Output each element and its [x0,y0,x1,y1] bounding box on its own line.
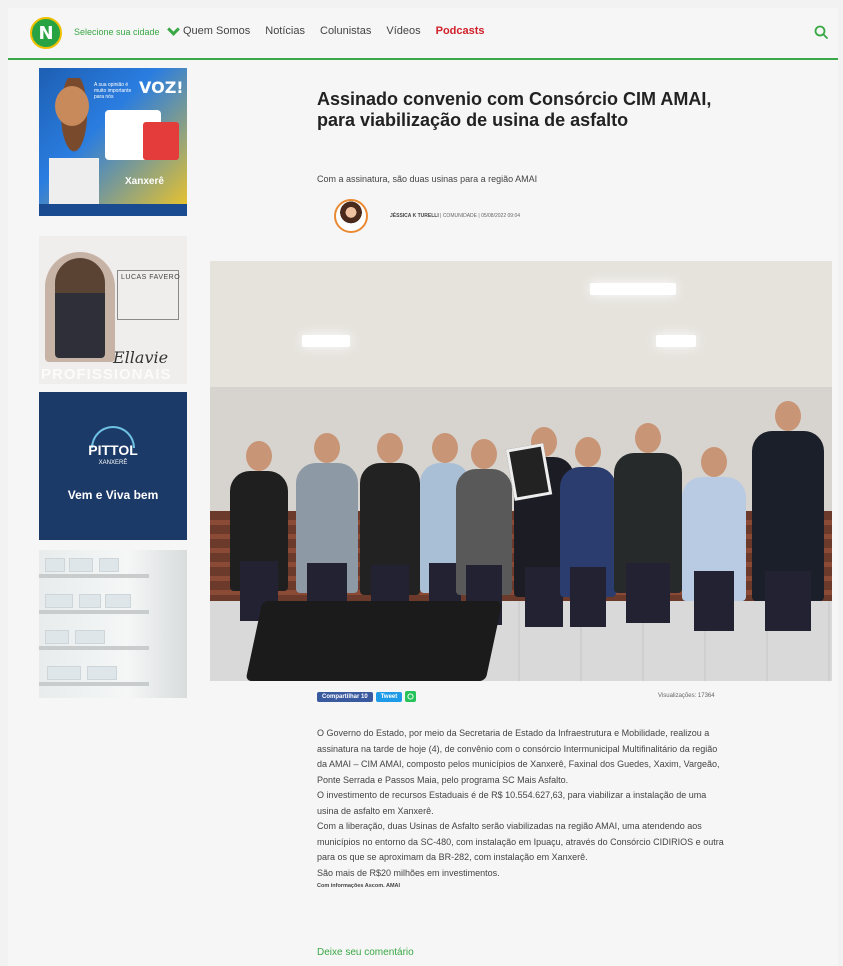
product-box [99,558,119,572]
calendar-icon [143,122,179,160]
ceiling-light [302,335,350,347]
article-paragraph: Com a liberação, duas Usinas de Asfalto … [317,821,724,862]
person-head [575,437,601,467]
ad-brand-sub: XANXERÊ [98,460,128,466]
person-legs [764,571,812,631]
ad-tagline: Vem e Viva bem [67,488,159,502]
article-subtitle: Com a assinatura, são duas usinas para a… [317,174,538,184]
person [360,433,420,625]
person-head [314,433,340,463]
sidebar-ad-camara[interactable]: A sua opinião é muito importante para nó… [39,68,187,216]
nav-podcasts[interactable]: Podcasts [436,25,485,37]
ceiling-light [656,335,696,347]
ad-headline: VOZ! [139,78,184,97]
person-head [701,447,727,477]
person [456,439,512,625]
person-legs [570,567,606,627]
ad-city: Xanxerê [125,176,164,187]
nav-videos[interactable]: Vídeos [386,25,420,37]
person-legs [524,567,564,627]
article-category[interactable]: COMUNIDADE [443,213,477,219]
shelf [39,610,149,614]
site-header: N Selecione sua cidade Quem Somos Notíci… [8,8,838,60]
product-box [45,594,73,608]
search-icon[interactable] [814,25,828,39]
person [296,433,358,623]
product-box [45,558,65,572]
article-date: 05/08/2022 09:04 [481,213,521,219]
whatsapp-icon [407,693,414,700]
person [752,401,824,631]
site-logo[interactable]: N [30,17,62,49]
twitter-share-button[interactable]: Tweet [375,691,403,702]
article-body: O Governo do Estado, por meio da Secreta… [317,726,727,891]
article-paragraph: O investimento de recursos Estaduais é d… [317,790,707,816]
person-head [377,433,403,463]
article-paragraph: São mais de R$20 milhões em investimento… [317,867,500,878]
person-head [432,433,458,463]
product-box [47,666,81,680]
nav-quem-somos[interactable]: Quem Somos [183,25,250,37]
ad-person-name: LUCAS FAVERO [121,274,181,281]
city-select[interactable]: Selecione sua cidade [74,23,180,37]
ad-brand: PITTOL [88,442,138,458]
ad-footer-bar [39,204,187,216]
product-box [69,558,93,572]
product-box [75,630,105,644]
main-nav: Quem Somos Notícias Colunistas Vídeos Po… [183,25,485,37]
leave-comment-link[interactable]: Deixe seu comentário [317,947,414,958]
ad-signature: Ellavie [113,348,169,367]
shelf [39,682,149,686]
sidebar-ad-pittol[interactable]: PITTOL XANXERÊ Vem e Viva bem [39,392,187,540]
nav-noticias[interactable]: Notícias [265,25,305,37]
shelf [39,646,149,650]
person-head [635,423,661,453]
shelf [39,574,149,578]
ad-man-image [55,258,105,358]
article-source: Com informações Ascom. AMAI [317,883,401,889]
product-box [45,630,69,644]
chevron-down-icon [166,23,180,36]
article-title: Assinado convenio com Consórcio CIM AMAI… [317,89,712,130]
ad-band: PROFISSIONAIS [41,366,172,383]
ceiling-light [590,283,676,295]
whatsapp-share-button[interactable] [405,691,417,702]
person-head [471,439,497,469]
nav-colunistas[interactable]: Colunistas [320,25,371,37]
author-name[interactable]: JÉSSICA K TURELLI [390,213,439,219]
person [230,441,288,621]
facebook-share-button[interactable]: Compartilhar 10 [317,691,373,702]
ad-small-text: A sua opinião é muito importante para nó… [94,82,132,100]
ad-face-image [55,86,89,126]
product-box [105,594,131,608]
person-head [246,441,272,471]
person [682,447,746,631]
sidebar-ad-pharmacy[interactable] [39,550,187,698]
person-legs [626,563,670,623]
share-bar: Compartilhar 10 Tweet [317,691,417,702]
article-byline: JÉSSICA K TURELLI | COMUNIDADE | 05/08/2… [390,213,520,219]
monitor [245,601,503,681]
person [614,423,682,623]
sidebar-ad-ellavie[interactable]: LUCAS FAVERO Ellavie PROFISSIONAIS [39,236,187,384]
article-photo [210,261,832,681]
person [560,437,616,627]
product-box [87,666,117,680]
city-select-label: Selecione sua cidade [74,27,160,37]
page: N Selecione sua cidade Quem Somos Notíci… [8,8,838,966]
person-legs [693,571,735,631]
product-box [79,594,101,608]
article-paragraph: O Governo do Estado, por meio da Secreta… [317,728,720,785]
view-count: Visualizações: 17364 [658,693,715,699]
author-avatar[interactable] [334,199,368,233]
person-head [775,401,801,431]
